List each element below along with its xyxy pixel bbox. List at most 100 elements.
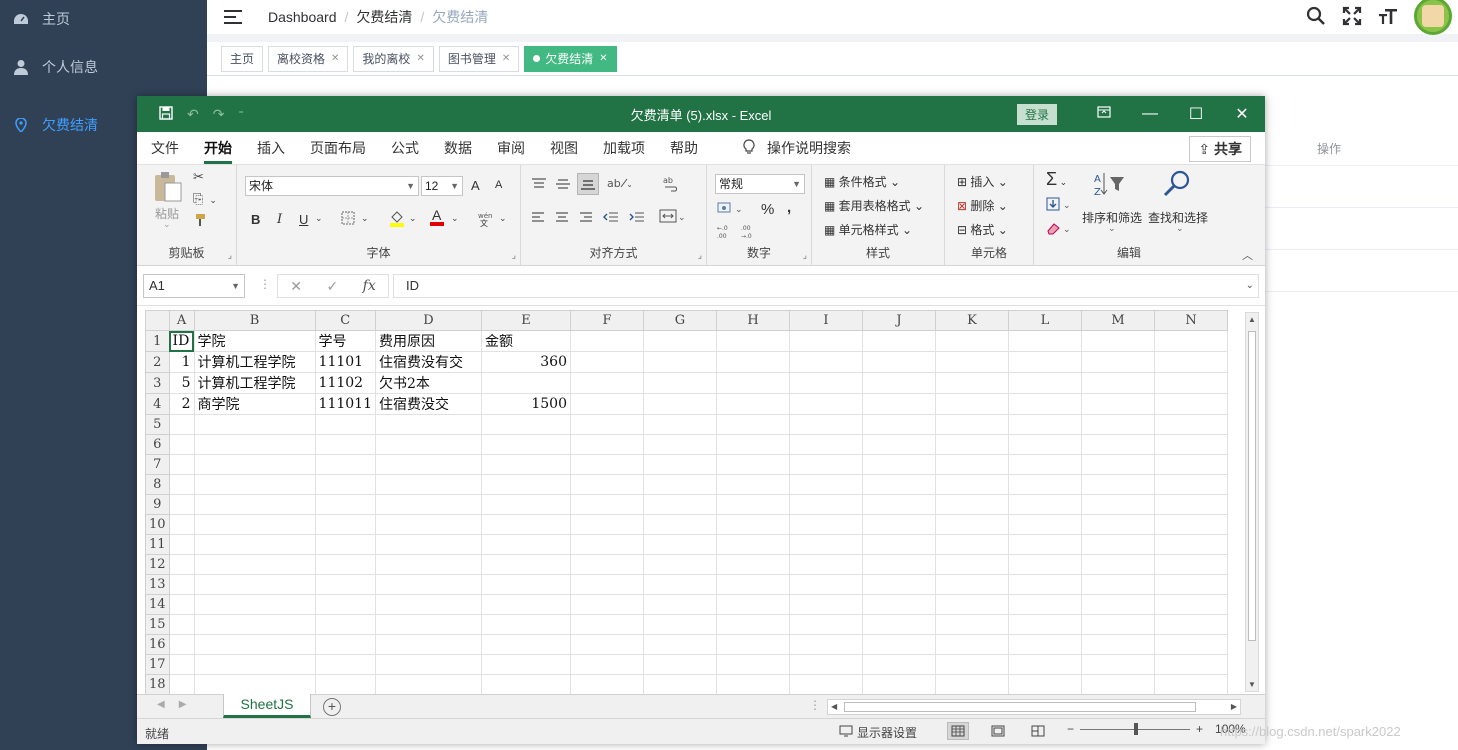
cell-d[interactable]: 费用原因 bbox=[375, 330, 482, 352]
cell-a[interactable] bbox=[168, 454, 195, 475]
scroll-left-icon[interactable]: ◀ bbox=[831, 700, 837, 714]
column-header[interactable]: C bbox=[314, 310, 377, 331]
cell-c[interactable] bbox=[314, 614, 377, 635]
merge-center-icon[interactable]: ⌄ bbox=[659, 209, 686, 226]
cell-d[interactable] bbox=[375, 474, 482, 495]
scrollbar-thumb[interactable] bbox=[1248, 331, 1256, 641]
cell-empty[interactable] bbox=[1081, 351, 1155, 373]
cell-a[interactable] bbox=[168, 574, 195, 595]
row-header[interactable]: 10 bbox=[145, 514, 170, 535]
cell-empty[interactable] bbox=[935, 594, 1009, 615]
cell-empty[interactable] bbox=[862, 474, 936, 495]
cell-empty[interactable] bbox=[570, 351, 644, 373]
cell-e[interactable] bbox=[481, 494, 571, 515]
cell-d[interactable] bbox=[375, 454, 482, 475]
cell-empty[interactable] bbox=[643, 414, 717, 435]
cell-empty[interactable] bbox=[570, 330, 644, 352]
copy-icon[interactable]: ⎘ ⌄ bbox=[193, 191, 217, 207]
borders-dropdown-icon[interactable]: ⌄ bbox=[361, 213, 369, 224]
cell-empty[interactable] bbox=[1154, 454, 1228, 475]
cell-b[interactable] bbox=[193, 554, 316, 575]
cell-empty[interactable] bbox=[570, 614, 644, 635]
row-header[interactable]: 15 bbox=[145, 614, 170, 635]
formula-input[interactable]: ID ⌄ bbox=[393, 274, 1259, 298]
enter-icon[interactable]: ✓ bbox=[326, 278, 338, 295]
sidebar-item-profile[interactable]: 个人信息 bbox=[0, 38, 207, 96]
delete-cells-button[interactable]: ⊠ 删除 ⌄ bbox=[957, 197, 1008, 214]
cell-empty[interactable] bbox=[643, 554, 717, 575]
select-all-corner[interactable] bbox=[145, 310, 170, 331]
column-header[interactable]: K bbox=[935, 310, 1009, 331]
align-middle-icon[interactable] bbox=[555, 177, 571, 194]
cell-b[interactable]: 商学院 bbox=[193, 393, 316, 415]
scroll-up-icon[interactable]: ▲ bbox=[1246, 315, 1258, 324]
font-color-icon[interactable]: A bbox=[429, 207, 445, 230]
sheet-nav-arrows[interactable]: ◀▶ bbox=[157, 699, 200, 710]
cell-d[interactable] bbox=[375, 574, 482, 595]
cell-empty[interactable] bbox=[935, 393, 1009, 415]
row-header[interactable]: 18 bbox=[145, 674, 170, 695]
cell-empty[interactable] bbox=[570, 594, 644, 615]
cell-empty[interactable] bbox=[1008, 634, 1082, 655]
cell-empty[interactable] bbox=[935, 634, 1009, 655]
cell-c[interactable]: 11102 bbox=[314, 372, 377, 394]
dialog-launcher-icon[interactable]: ⌟ bbox=[803, 250, 807, 261]
cell-empty[interactable] bbox=[1154, 330, 1228, 352]
cell-empty[interactable] bbox=[935, 614, 1009, 635]
cell-empty[interactable] bbox=[1154, 494, 1228, 515]
underline-button[interactable]: U bbox=[299, 212, 308, 227]
cell-a[interactable] bbox=[168, 474, 195, 495]
cell-empty[interactable] bbox=[789, 534, 863, 555]
cell-empty[interactable] bbox=[1154, 534, 1228, 555]
cell-empty[interactable] bbox=[716, 330, 790, 352]
cell-empty[interactable] bbox=[862, 614, 936, 635]
cell-empty[interactable] bbox=[862, 514, 936, 535]
sidebar-item-home[interactable]: 主页 bbox=[0, 0, 207, 38]
column-header[interactable]: L bbox=[1008, 310, 1082, 331]
cell-c[interactable]: 111011 bbox=[314, 393, 377, 415]
vertical-scrollbar[interactable]: ▲ ▼ bbox=[1245, 312, 1259, 692]
cell-empty[interactable] bbox=[1008, 554, 1082, 575]
column-header[interactable]: E bbox=[481, 310, 571, 331]
cell-c[interactable] bbox=[314, 514, 377, 535]
cell-a[interactable] bbox=[168, 534, 195, 555]
close-icon[interactable]: ✕ bbox=[1219, 104, 1265, 124]
cell-empty[interactable] bbox=[789, 634, 863, 655]
cell-d[interactable] bbox=[375, 674, 482, 695]
tab-page-layout[interactable]: 页面布局 bbox=[310, 138, 366, 158]
cell-empty[interactable] bbox=[789, 494, 863, 515]
cell-empty[interactable] bbox=[862, 554, 936, 575]
cell-empty[interactable] bbox=[789, 514, 863, 535]
cell-empty[interactable] bbox=[716, 674, 790, 695]
find-select-icon[interactable] bbox=[1162, 169, 1192, 202]
cell-empty[interactable] bbox=[862, 351, 936, 373]
cell-empty[interactable] bbox=[643, 614, 717, 635]
cell-c[interactable] bbox=[314, 634, 377, 655]
row-header[interactable]: 11 bbox=[145, 534, 170, 555]
cell-empty[interactable] bbox=[789, 554, 863, 575]
cell-empty[interactable] bbox=[862, 674, 936, 695]
cell-empty[interactable] bbox=[935, 534, 1009, 555]
cell-empty[interactable] bbox=[1008, 330, 1082, 352]
dialog-launcher-icon[interactable]: ⌟ bbox=[698, 250, 702, 261]
cell-empty[interactable] bbox=[862, 434, 936, 455]
cell-empty[interactable] bbox=[1081, 534, 1155, 555]
cell-b[interactable] bbox=[193, 414, 316, 435]
cell-a[interactable] bbox=[168, 434, 195, 455]
cell-empty[interactable] bbox=[1081, 554, 1155, 575]
cell-empty[interactable] bbox=[1008, 454, 1082, 475]
cell-e[interactable]: 1500 bbox=[481, 393, 571, 415]
cell-empty[interactable] bbox=[716, 372, 790, 394]
cell-empty[interactable] bbox=[570, 674, 644, 695]
cell-e[interactable] bbox=[481, 434, 571, 455]
cell-empty[interactable] bbox=[716, 554, 790, 575]
align-bottom-icon[interactable] bbox=[577, 173, 599, 195]
cell-empty[interactable] bbox=[570, 454, 644, 475]
cell-empty[interactable] bbox=[1008, 674, 1082, 695]
cell-c[interactable] bbox=[314, 674, 377, 695]
cell-b[interactable] bbox=[193, 654, 316, 675]
column-header[interactable]: F bbox=[570, 310, 644, 331]
cell-a[interactable] bbox=[168, 594, 195, 615]
cell-empty[interactable] bbox=[935, 574, 1009, 595]
increase-decimal-icon[interactable]: ←.0.00 bbox=[717, 223, 733, 242]
